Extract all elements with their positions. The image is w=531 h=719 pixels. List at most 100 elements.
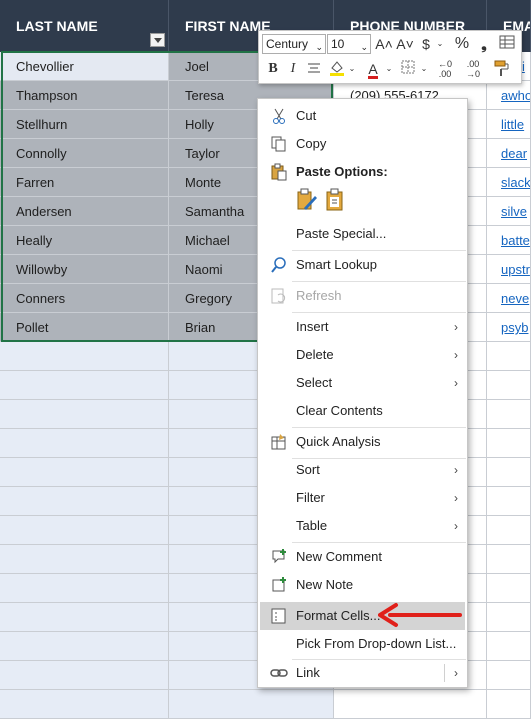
menu-item-filter[interactable]: Filter › (258, 484, 467, 512)
menu-item-paste-special[interactable]: Paste Special... (258, 220, 467, 248)
menu-item-new-comment[interactable]: New Comment (258, 543, 467, 571)
borders-dropdown[interactable]: ⌄ (419, 59, 429, 79)
fill-color-dropdown[interactable]: ⌄ (347, 59, 357, 79)
empty-cell[interactable] (0, 458, 169, 487)
empty-cell[interactable] (487, 545, 531, 574)
cell-email[interactable]: awho (487, 81, 531, 110)
fill-color-button[interactable] (327, 59, 347, 79)
cell-last-name[interactable]: Andersen (0, 197, 169, 226)
menu-item-insert[interactable]: Insert › (258, 313, 467, 341)
menu-item-sort[interactable]: Sort › (258, 456, 467, 484)
empty-cell[interactable] (487, 342, 531, 371)
cell-email[interactable]: slack (487, 168, 531, 197)
menu-item-quick-analysis[interactable]: Quick Analysis (258, 428, 467, 456)
menu-item-new-note[interactable]: New Note (258, 571, 467, 599)
cell-last-name[interactable]: Farren (0, 168, 169, 197)
empty-cell[interactable] (0, 545, 169, 574)
empty-cell[interactable] (0, 603, 169, 632)
empty-cell[interactable] (0, 574, 169, 603)
empty-cell[interactable] (487, 400, 531, 429)
empty-cell[interactable] (334, 690, 487, 719)
increase-decimal-button[interactable]: ←0 .00 (433, 59, 457, 79)
italic-button[interactable]: I (285, 59, 301, 79)
filter-dropdown-icon[interactable] (150, 33, 165, 47)
email-link[interactable]: dear (501, 146, 527, 161)
menu-item-delete[interactable]: Delete › (258, 341, 467, 369)
currency-format-button[interactable]: $ (417, 34, 435, 54)
empty-cell[interactable] (487, 516, 531, 545)
empty-cell[interactable] (487, 574, 531, 603)
cell-last-name[interactable]: Stellhurn (0, 110, 169, 139)
paste-button[interactable] (296, 188, 320, 214)
email-link[interactable]: little (501, 117, 524, 132)
cell-last-name[interactable]: Willowby (0, 255, 169, 284)
cell-email[interactable]: batte (487, 226, 531, 255)
cell-email[interactable]: upstr (487, 255, 531, 284)
cell-last-name[interactable]: Heally (0, 226, 169, 255)
empty-cell[interactable] (487, 371, 531, 400)
email-link[interactable]: neve (501, 291, 529, 306)
menu-item-clear-contents[interactable]: Clear Contents (258, 397, 467, 425)
empty-cell[interactable] (0, 487, 169, 516)
cell-email[interactable]: little (487, 110, 531, 139)
empty-cell[interactable] (0, 371, 169, 400)
cell-last-name[interactable]: Chevollier (0, 52, 169, 81)
cell-last-name[interactable]: Connolly (0, 139, 169, 168)
empty-cell[interactable] (0, 690, 169, 719)
cell-last-name[interactable]: Conners (0, 284, 169, 313)
menu-item-refresh[interactable]: Refresh (258, 282, 467, 310)
empty-cell[interactable] (487, 632, 531, 661)
cell-last-name[interactable]: Pollet (0, 313, 169, 342)
email-link[interactable]: upstr (501, 262, 530, 277)
cell-email[interactable]: silve (487, 197, 531, 226)
cell-last-name[interactable]: Thampson (0, 81, 169, 110)
grow-font-button[interactable]: A˄ (374, 34, 394, 54)
borders-button[interactable] (399, 59, 417, 79)
empty-cell[interactable] (487, 429, 531, 458)
center-align-button[interactable] (305, 59, 323, 79)
email-link[interactable]: psyb (501, 320, 528, 335)
menu-item-pick-from-list[interactable]: Pick From Drop-down List... (258, 630, 467, 658)
empty-cell[interactable] (487, 487, 531, 516)
cell-email[interactable]: dear (487, 139, 531, 168)
font-size-dropdown[interactable]: 10 ⌄ (327, 34, 371, 54)
menu-item-smart-lookup[interactable]: Smart Lookup (258, 251, 467, 279)
email-link[interactable]: batte (501, 233, 530, 248)
font-color-dropdown[interactable]: ⌄ (384, 59, 394, 79)
menu-item-select[interactable]: Select › (258, 369, 467, 397)
empty-cell[interactable] (487, 690, 531, 719)
empty-cell[interactable] (0, 632, 169, 661)
header-last-name[interactable]: LAST NAME (0, 0, 169, 52)
email-link[interactable]: silve (501, 204, 527, 219)
comma-style-button[interactable]: ❟ (475, 34, 493, 54)
font-name-dropdown[interactable]: Century ⌄ (262, 34, 326, 54)
refresh-icon (271, 288, 286, 304)
currency-dropdown[interactable]: ⌄ (435, 34, 445, 54)
menu-item-cut[interactable]: Cut (258, 102, 467, 130)
empty-cell[interactable] (0, 661, 169, 690)
percent-style-button[interactable]: % (452, 34, 472, 54)
menu-item-table-label: Table (296, 518, 328, 533)
shrink-font-button[interactable]: A˅ (395, 34, 415, 54)
empty-cell[interactable] (169, 690, 334, 719)
menu-item-link[interactable]: Link › (258, 659, 467, 687)
format-painter-button[interactable] (491, 59, 513, 79)
font-color-button[interactable]: A (363, 59, 383, 79)
cell-email[interactable]: neve (487, 284, 531, 313)
menu-item-table[interactable]: Table › (258, 512, 467, 540)
empty-cell[interactable] (0, 516, 169, 545)
cell-email[interactable]: psyb (487, 313, 531, 342)
menu-item-copy[interactable]: Copy (258, 130, 467, 158)
empty-cell[interactable] (0, 429, 169, 458)
empty-cell[interactable] (487, 661, 531, 690)
empty-cell[interactable] (0, 400, 169, 429)
email-link[interactable]: slack (501, 175, 530, 190)
empty-cell[interactable] (0, 342, 169, 371)
email-link[interactable]: awho (501, 88, 530, 103)
paste-values-button[interactable] (324, 188, 348, 214)
bold-button[interactable]: B (264, 59, 282, 79)
empty-cell[interactable] (487, 603, 531, 632)
format-table-button[interactable] (497, 34, 517, 54)
decrease-decimal-button[interactable]: .00 →0 (461, 59, 485, 79)
empty-cell[interactable] (487, 458, 531, 487)
